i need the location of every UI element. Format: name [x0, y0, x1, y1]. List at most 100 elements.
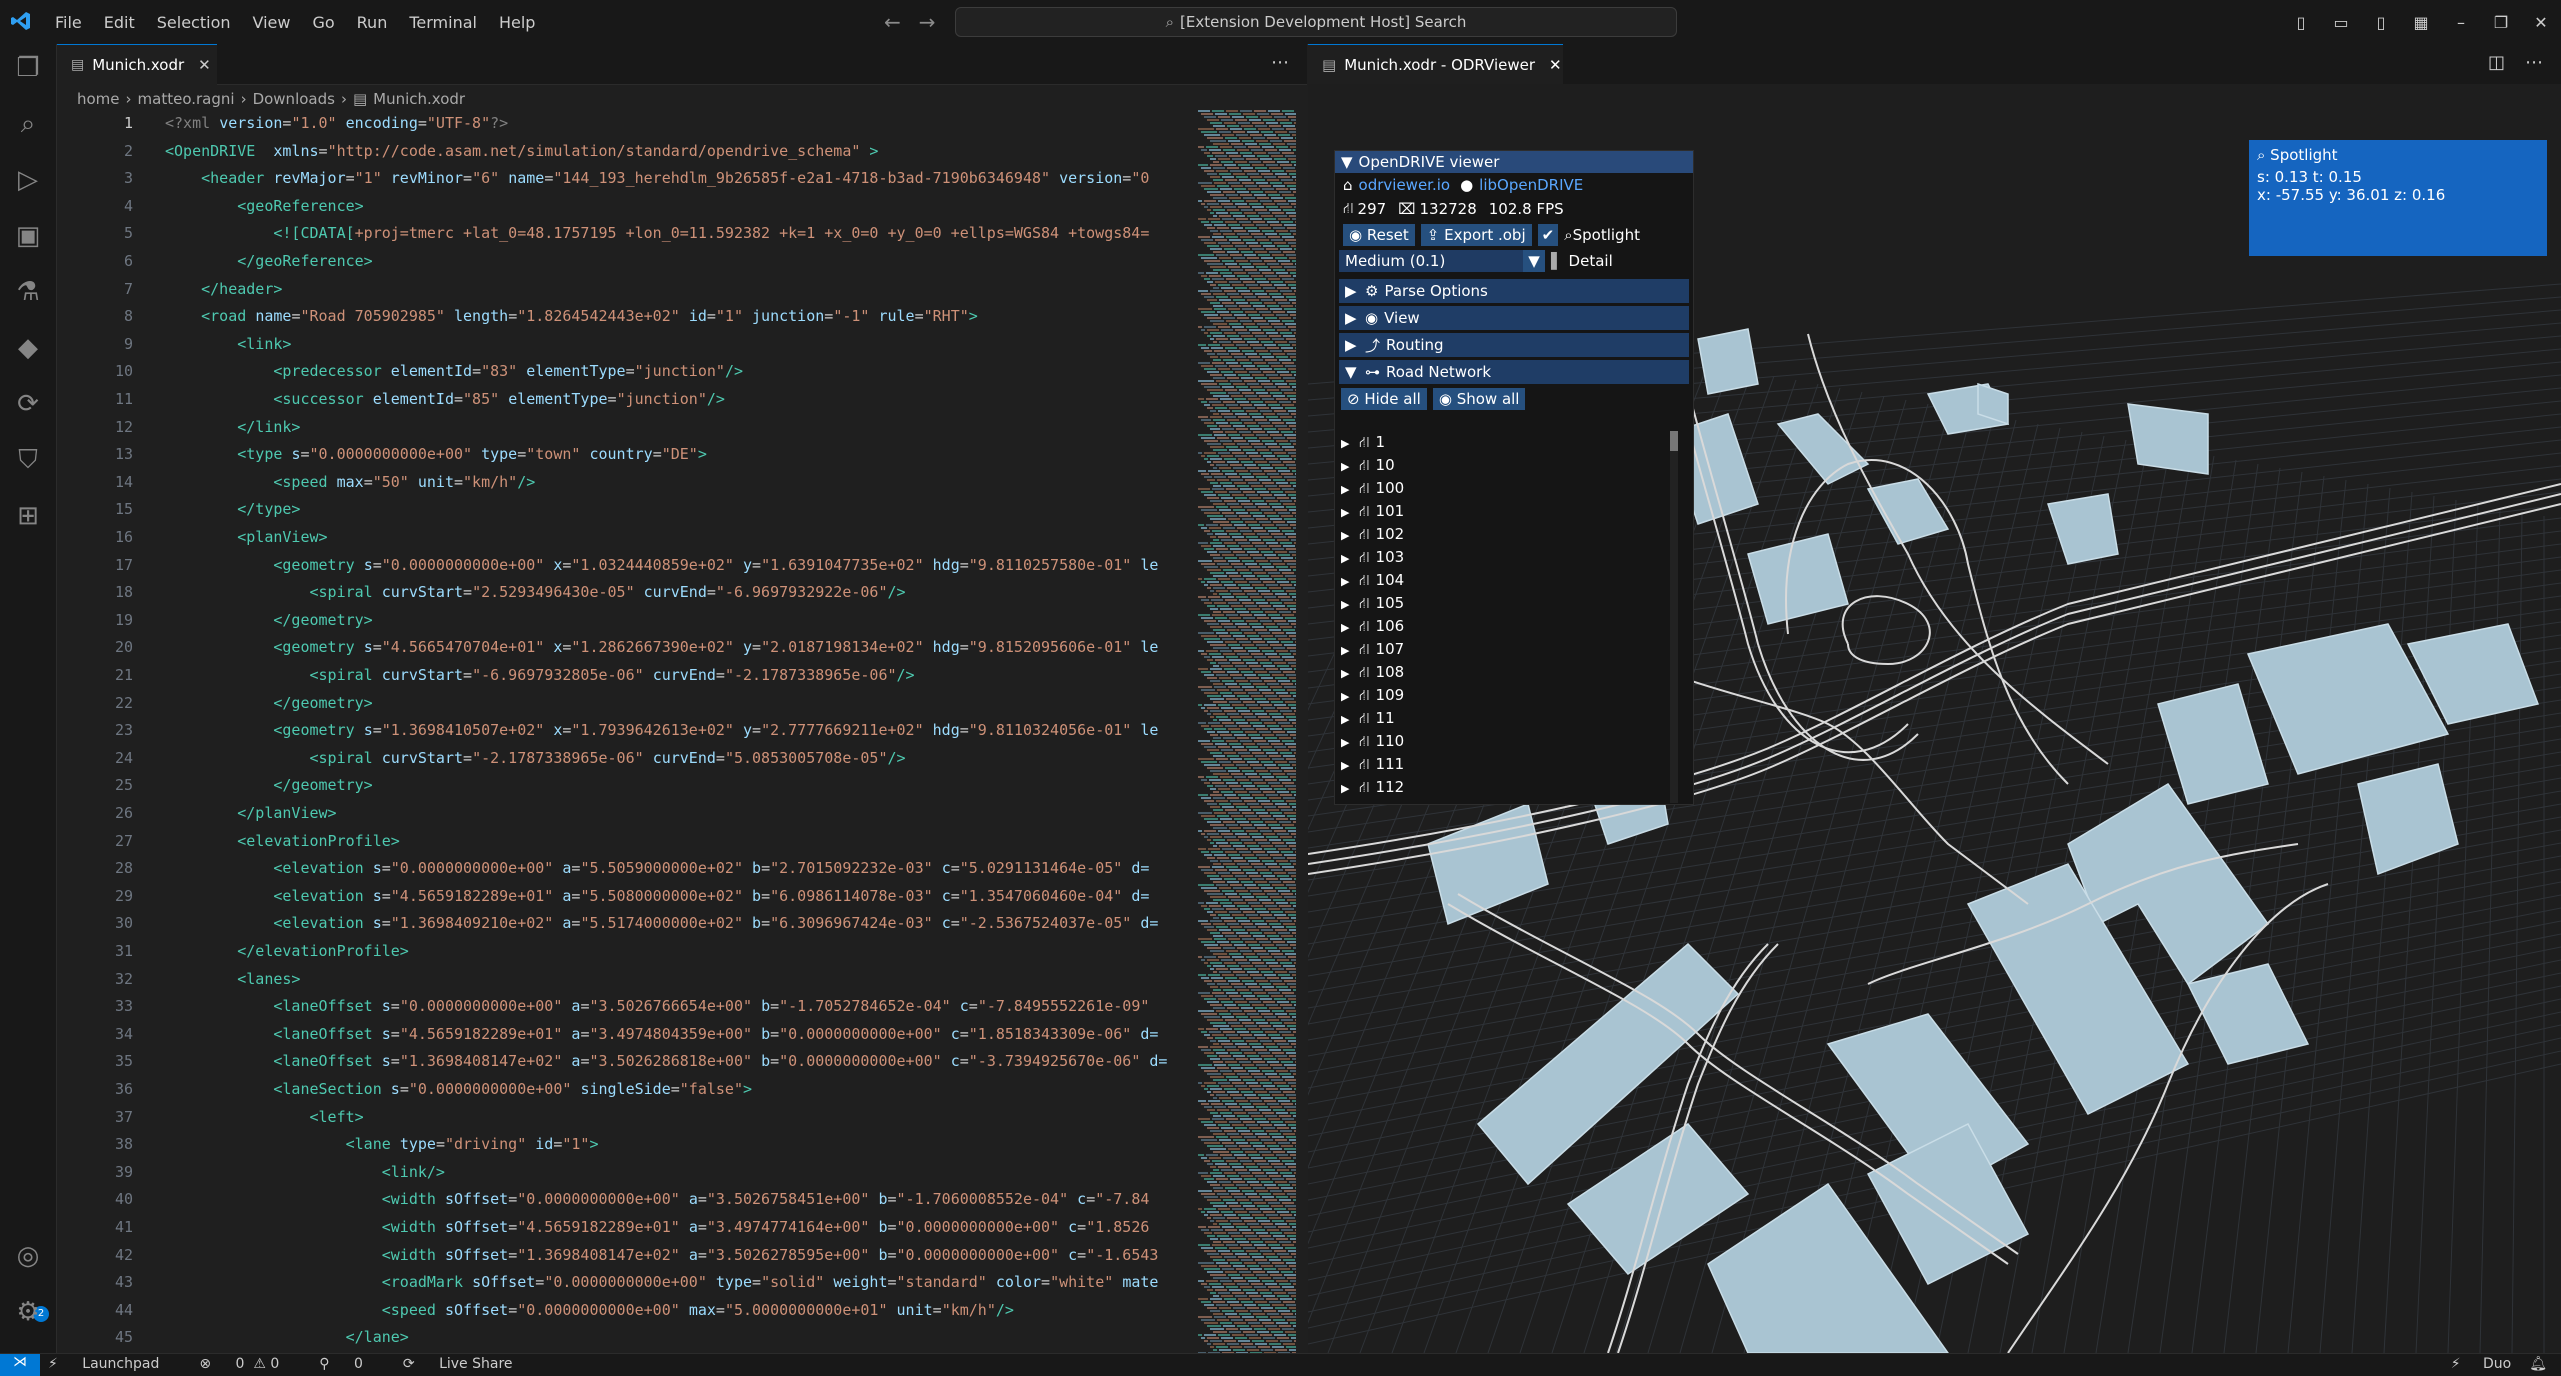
- code-line[interactable]: 44 <speed sOffset="0.0000000000e+00" max…: [57, 1297, 1014, 1324]
- forward-arrow-icon[interactable]: →: [919, 10, 936, 34]
- close-tab-icon[interactable]: ✕: [198, 56, 211, 74]
- code-line[interactable]: 23 <geometry s="1.3698410507e+02" x="1.7…: [57, 717, 1159, 744]
- code-line[interactable]: 22 </geometry>: [57, 690, 373, 717]
- menu-view[interactable]: View: [242, 13, 302, 32]
- code-area[interactable]: 1 <?xml version="1.0" encoding="UTF-8"?> 2…: [57, 110, 1177, 1353]
- code-line[interactable]: 39 <link/>: [57, 1159, 445, 1186]
- road-tree-item[interactable]: ▶ ⛙ 11: [1341, 707, 1661, 730]
- code-line[interactable]: 26 </planView>: [57, 800, 337, 827]
- tab-munich-xodr[interactable]: ▤ Munich.xodr ✕: [57, 44, 217, 85]
- settings-gear-icon[interactable]: ⚙: [12, 1296, 44, 1328]
- gitlab-icon[interactable]: ⛉: [12, 444, 44, 476]
- libopendrive-link[interactable]: libOpenDRIVE: [1479, 176, 1583, 194]
- code-line[interactable]: 14 <speed max="50" unit="km/h"/>: [57, 469, 535, 496]
- road-tree-item[interactable]: ▶ ⛙ 112: [1341, 776, 1661, 799]
- road-tree-item[interactable]: ▶ ⛙ 108: [1341, 661, 1661, 684]
- code-line[interactable]: 6 </geoReference>: [57, 248, 373, 275]
- minimap[interactable]: [1192, 110, 1302, 1353]
- code-line[interactable]: 10 <predecessor elementId="83" elementTy…: [57, 358, 743, 385]
- toggle-panel-icon[interactable]: ▭: [2321, 13, 2361, 32]
- code-line[interactable]: 33 <laneOffset s="0.0000000000e+00" a="3…: [57, 993, 1149, 1020]
- code-line[interactable]: 24 <spiral curvStart="-2.1787338965e-06"…: [57, 745, 906, 772]
- code-line[interactable]: 41 <width sOffset="4.5659182289e+01" a="…: [57, 1214, 1149, 1241]
- road-tree-item[interactable]: ▶ ⛙ 105: [1341, 592, 1661, 615]
- tab-odrviewer[interactable]: ▤ Munich.xodr - ODRViewer ✕: [1308, 44, 1563, 85]
- close-window-icon[interactable]: ✕: [2521, 13, 2561, 32]
- python-icon[interactable]: ◆: [12, 332, 44, 364]
- code-line[interactable]: 45 </lane>: [57, 1324, 409, 1351]
- breadcrumb-item[interactable]: Downloads: [253, 90, 335, 108]
- code-line[interactable]: 4 <geoReference>: [57, 193, 364, 220]
- customize-layout-icon[interactable]: ▦: [2401, 13, 2441, 32]
- run-debug-icon[interactable]: ▷: [12, 164, 44, 196]
- code-line[interactable]: 27 <elevationProfile>: [57, 828, 400, 855]
- reset-button[interactable]: ◉ Reset: [1343, 224, 1415, 246]
- road-tree-item[interactable]: ▶ ⛙ 106: [1341, 615, 1661, 638]
- toggle-secondary-sidebar-icon[interactable]: ▯: [2361, 13, 2401, 32]
- menu-selection[interactable]: Selection: [146, 13, 242, 32]
- scrollbar-thumb[interactable]: [1670, 431, 1678, 451]
- code-line[interactable]: 36 <laneSection s="0.0000000000e+00" sin…: [57, 1076, 752, 1103]
- code-line[interactable]: 37 <left>: [57, 1104, 364, 1131]
- show-all-button[interactable]: ◉ Show all: [1432, 388, 1526, 410]
- panel-header[interactable]: ▼ OpenDRIVE viewer: [1335, 151, 1693, 173]
- code-line[interactable]: 13 <type s="0.0000000000e+00" type="town…: [57, 441, 707, 468]
- menu-help[interactable]: Help: [488, 13, 546, 32]
- more-actions-icon[interactable]: ⋯: [1271, 52, 1289, 73]
- code-line[interactable]: 12 </link>: [57, 414, 301, 441]
- road-tree-item[interactable]: ▶ ⛙ 104: [1341, 569, 1661, 592]
- quality-select[interactable]: Medium (0.1) ▼: [1339, 250, 1545, 272]
- back-arrow-icon[interactable]: ←: [884, 10, 901, 34]
- code-line[interactable]: 43 <roadMark sOffset="0.0000000000e+00" …: [57, 1269, 1159, 1296]
- menu-terminal[interactable]: Terminal: [398, 13, 488, 32]
- code-line[interactable]: 28 <elevation s="0.0000000000e+00" a="5.…: [57, 855, 1149, 882]
- code-line[interactable]: 18 <spiral curvStart="2.5293496430e-05" …: [57, 579, 906, 606]
- testing-icon[interactable]: ⚗: [12, 276, 44, 308]
- spotlight-checkbox[interactable]: ✔: [1537, 224, 1559, 246]
- remote-indicator-icon[interactable]: ⋊: [0, 1354, 40, 1376]
- road-tree-item[interactable]: ▶ ⛙ 103: [1341, 546, 1661, 569]
- code-line[interactable]: 31 </elevationProfile>: [57, 938, 409, 965]
- code-line[interactable]: 32 <lanes>: [57, 966, 301, 993]
- search-view-icon[interactable]: ⌕: [12, 108, 44, 140]
- extensions-icon[interactable]: ⊞: [12, 500, 44, 532]
- launchpad-item[interactable]: ⚡ Launchpad: [48, 1356, 179, 1372]
- restore-icon[interactable]: ❐: [2481, 13, 2521, 32]
- code-line[interactable]: 19 </geometry>: [57, 607, 373, 634]
- road-tree-item[interactable]: ▶ ⛙ 10: [1341, 454, 1661, 477]
- command-center-search[interactable]: ⌕ [Extension Development Host] Search: [955, 7, 1677, 37]
- section-view[interactable]: ▶ ◉ View: [1339, 306, 1689, 330]
- road-tree-item[interactable]: ▶ ⛙ 100: [1341, 477, 1661, 500]
- more-actions-icon[interactable]: ⋯: [2525, 52, 2543, 73]
- section-road-network[interactable]: ▼ ⊶ Road Network: [1339, 360, 1689, 384]
- road-tree-item[interactable]: ▶ ⛙ 111: [1341, 753, 1661, 776]
- code-line[interactable]: 11 <successor elementId="85" elementType…: [57, 386, 725, 413]
- code-line[interactable]: 20 <geometry s="4.5665470704e+01" x="1.2…: [57, 634, 1159, 661]
- road-tree-item[interactable]: ▶ ⛙ 102: [1341, 523, 1661, 546]
- 3d-scene[interactable]: ▼ OpenDRIVE viewer ⌂ odrviewer.io ● libO…: [1308, 84, 2561, 1353]
- road-tree-item[interactable]: ▶ ⛙ 110: [1341, 730, 1661, 753]
- hide-all-button[interactable]: ⊘ Hide all: [1341, 388, 1427, 410]
- code-line[interactable]: 17 <geometry s="0.0000000000e+00" x="1.0…: [57, 552, 1159, 579]
- breadcrumb-item[interactable]: Munich.xodr: [373, 90, 465, 108]
- section-parse-options[interactable]: ▶ ⚙ Parse Options: [1339, 279, 1689, 303]
- road-tree-item[interactable]: ▶ ⛙ 1: [1341, 431, 1661, 454]
- live-share-icon[interactable]: ⟳: [12, 388, 44, 420]
- code-line[interactable]: 7 </header>: [57, 276, 282, 303]
- problems-item[interactable]: ⊗ 0 ⚠ 0: [199, 1356, 299, 1372]
- code-line[interactable]: 25 </geometry>: [57, 772, 373, 799]
- code-line[interactable]: 30 <elevation s="1.3698409210e+02" a="5.…: [57, 910, 1159, 937]
- accounts-icon[interactable]: ◎: [12, 1240, 44, 1272]
- code-line[interactable]: 42 <width sOffset="1.3698408147e+02" a="…: [57, 1242, 1159, 1269]
- close-tab-icon[interactable]: ✕: [1549, 56, 1562, 74]
- duo-item[interactable]: ⚡ Duo: [2433, 1356, 2512, 1372]
- menu-edit[interactable]: Edit: [93, 13, 146, 32]
- code-line[interactable]: 9 <link>: [57, 331, 291, 358]
- code-line[interactable]: 38 <lane type="driving" id="1">: [57, 1131, 599, 1158]
- code-line[interactable]: 3 <header revMajor="1" revMinor="6" name…: [57, 165, 1149, 192]
- code-line[interactable]: 5 <![CDATA[+proj=tmerc +lat_0=48.1757195…: [57, 220, 1149, 247]
- code-line[interactable]: 2 <OpenDRIVE xmlns="http://code.asam.net/…: [57, 138, 878, 165]
- toggle-sidebar-icon[interactable]: ▯: [2281, 13, 2321, 32]
- menu-file[interactable]: File: [44, 13, 93, 32]
- ports-item[interactable]: ⚲ 0: [319, 1356, 383, 1372]
